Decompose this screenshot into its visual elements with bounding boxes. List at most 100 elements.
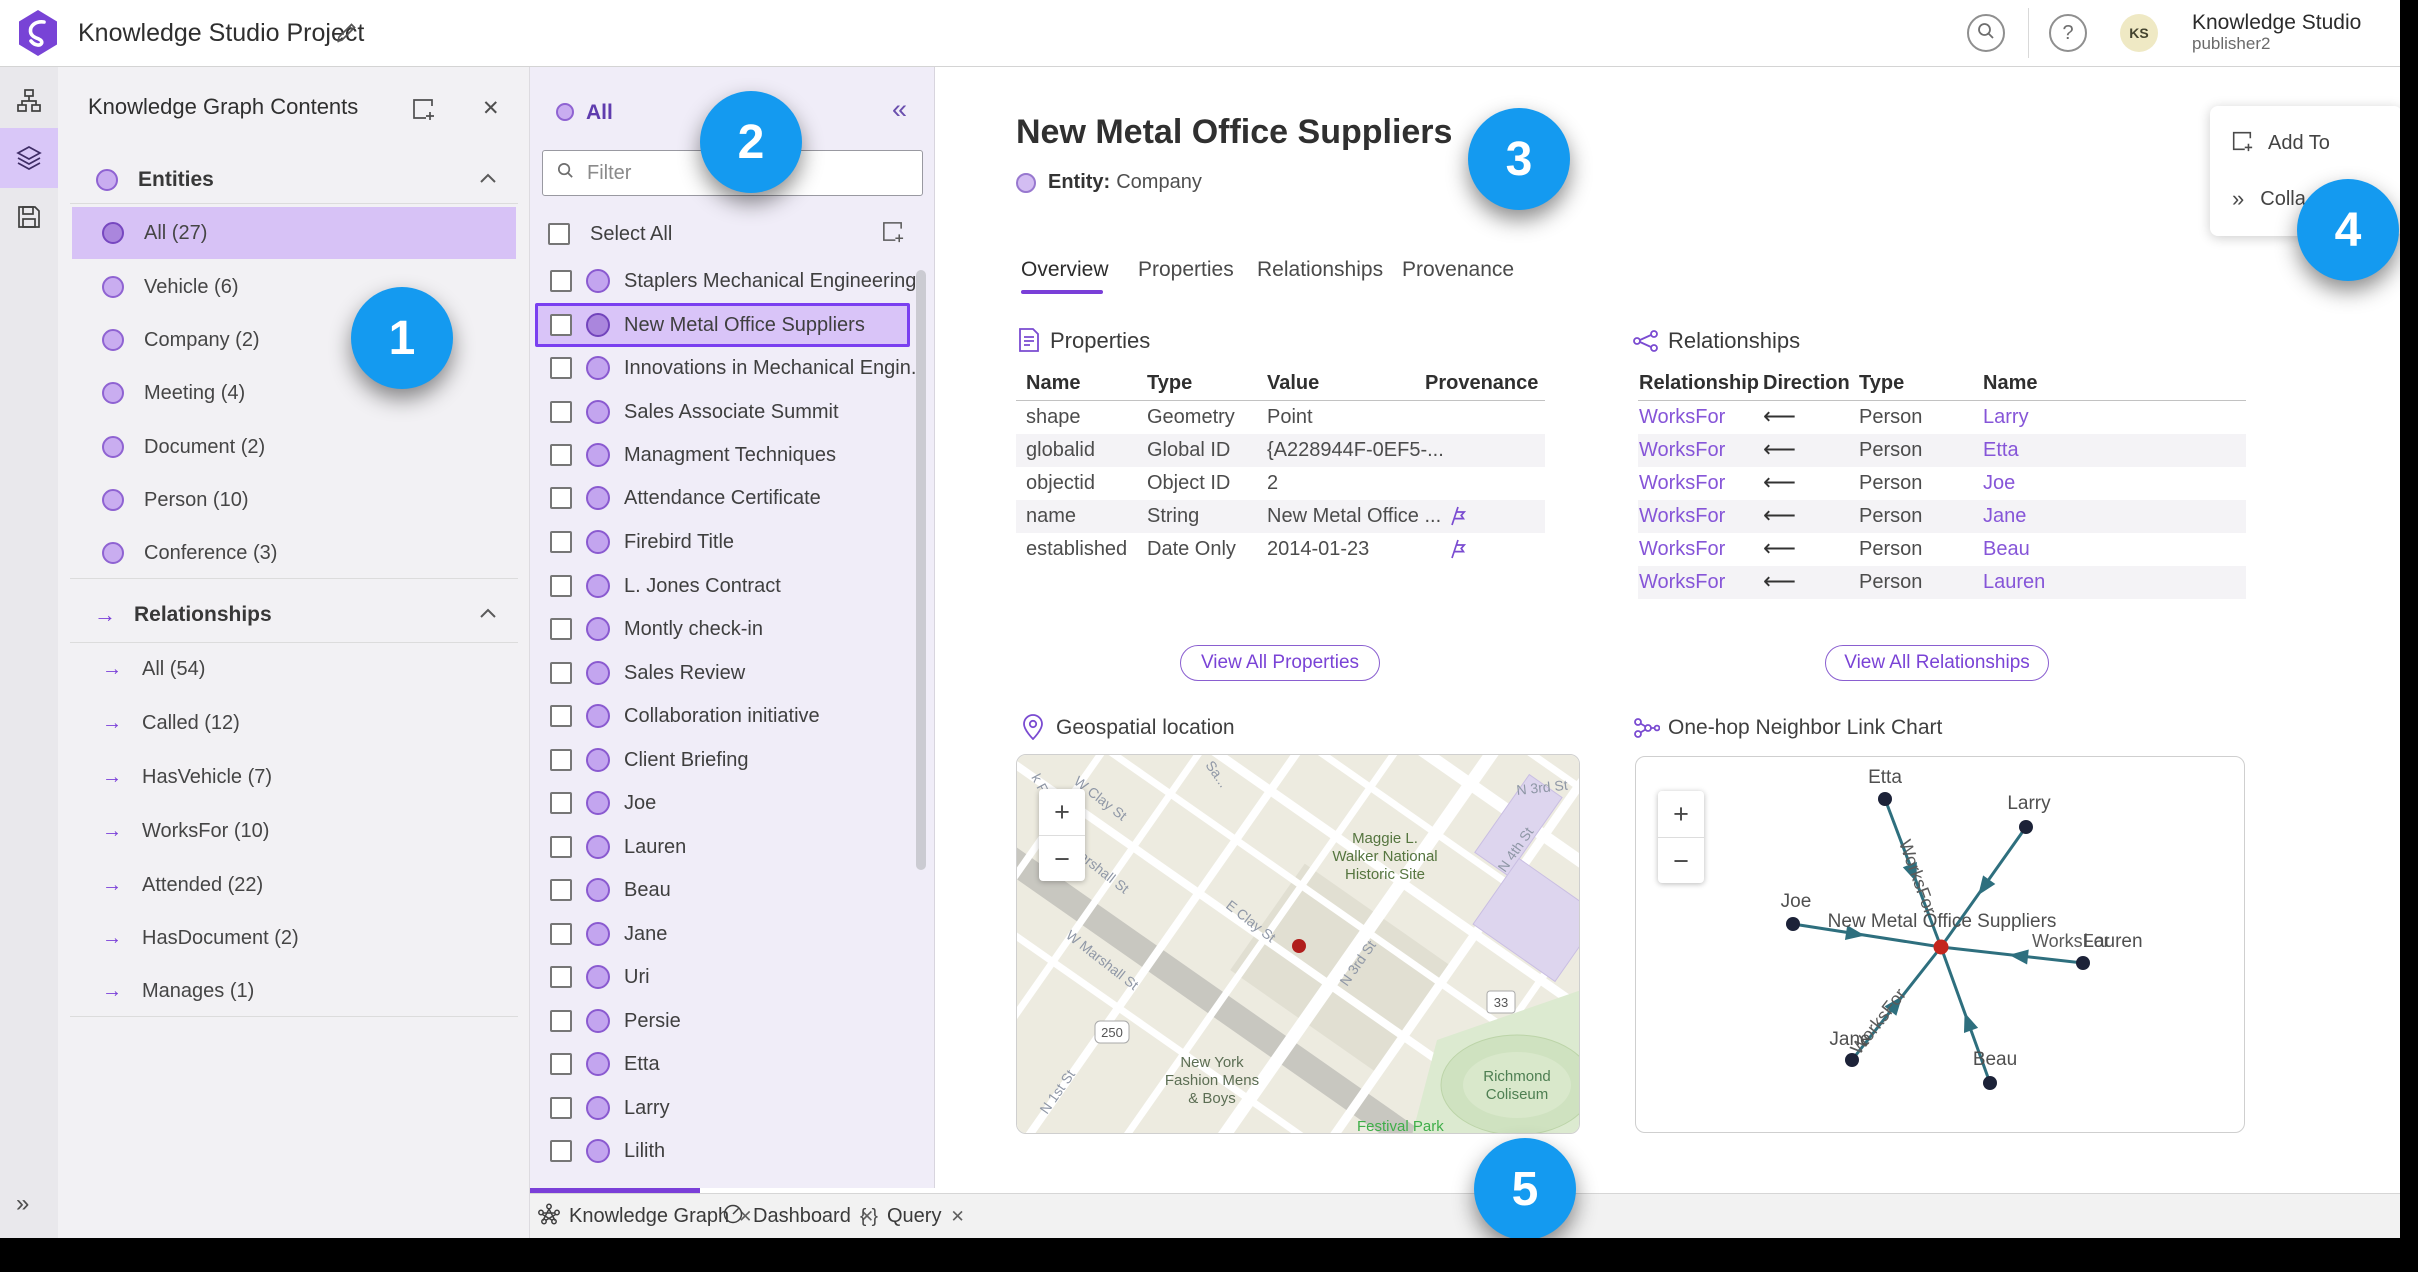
user-info[interactable]: Knowledge Studio publisher2 [2192,11,2361,53]
sidebar-item-entities-conference[interactable]: Conference (3) [58,527,530,579]
relationship-link[interactable]: WorksFor [1639,538,1725,561]
list-item[interactable]: Collaboration initiative [530,694,920,738]
tab-relationships[interactable]: Relationships [1257,258,1383,282]
sidebar-item-relationships-worksfor[interactable]: → WorksFor (10) [58,805,530,857]
close-panel-button[interactable]: ✕ [482,96,500,121]
node-larry[interactable] [2019,820,2033,834]
node-center-selected[interactable] [1933,939,1949,955]
item-checkbox[interactable] [550,575,572,597]
list-item-selected[interactable]: New Metal Office Suppliers [530,303,920,347]
search-button[interactable] [1967,14,2005,52]
item-checkbox[interactable] [550,1097,572,1119]
entity-link[interactable]: Jane [1983,505,2026,528]
help-button[interactable]: ? [2049,14,2087,52]
tab-provenance[interactable]: Provenance [1402,258,1514,282]
sidebar-item-relationships-hasvehicle[interactable]: → HasVehicle (7) [58,751,530,803]
node-etta[interactable] [1878,792,1892,806]
list-item[interactable]: Sales Review [530,651,920,695]
relationship-link[interactable]: WorksFor [1639,505,1725,528]
sidebar-item-relationships-called[interactable]: → Called (12) [58,697,530,749]
sidebar-item-entities-all[interactable]: All (27) [58,207,530,259]
map-widget[interactable]: + − k Rd W Clay St Sa... N 3rd St N 4th … [1016,754,1580,1134]
entity-link[interactable]: Etta [1983,439,2019,462]
item-checkbox[interactable] [550,270,572,292]
list-item[interactable]: Managment Techniques [530,433,920,477]
list-item[interactable]: Etta [530,1042,920,1086]
add-to-new-map-icon[interactable] [880,219,905,249]
tab-properties[interactable]: Properties [1138,258,1234,282]
link-chart-widget[interactable]: + − WorksFor WorksFor WorksFor Etta Larr… [1635,756,2245,1133]
chart-zoom-control[interactable]: + − [1658,791,1704,883]
zoom-out-button[interactable]: − [1039,836,1085,882]
item-checkbox[interactable] [550,1010,572,1032]
list-item[interactable]: Lauren [530,825,920,869]
expand-rail-button[interactable]: » [16,1190,29,1218]
avatar[interactable]: KS [2120,14,2158,52]
menu-item-add-to[interactable]: Add To [2210,126,2402,160]
select-all-checkbox[interactable] [548,223,570,245]
tab-overview[interactable]: Overview [1021,258,1109,282]
node-jane[interactable] [1845,1053,1859,1067]
item-checkbox[interactable] [550,836,572,858]
list-item[interactable]: Attendance Certificate [530,476,920,520]
schema-icon[interactable] [16,88,42,119]
list-item[interactable]: Client Briefing [530,738,920,782]
node-joe[interactable] [1786,917,1800,931]
map-zoom-control[interactable]: + − [1039,789,1085,881]
sidebar-item-relationships-manages[interactable]: → Manages (1) [58,965,530,1017]
item-checkbox[interactable] [550,923,572,945]
list-item[interactable]: L. Jones Contract [530,564,920,608]
edit-title-pencil-icon[interactable] [334,21,358,50]
item-checkbox[interactable] [550,618,572,640]
collapse-panel-button[interactable]: « [892,94,907,125]
provenance-flag-icon[interactable] [1448,504,1468,532]
relationships-section-header[interactable]: → Relationships [58,589,530,641]
scrollbar[interactable] [916,270,926,870]
list-item[interactable]: Staplers Mechanical Engineering [530,259,920,303]
zoom-out-button[interactable]: − [1658,838,1704,884]
entity-link[interactable]: Joe [1983,472,2015,495]
node-beau[interactable] [1983,1076,1997,1090]
view-tab-query[interactable]: { } Query ✕ [860,1194,965,1239]
list-item[interactable]: Lilith [530,1129,920,1173]
item-checkbox[interactable] [550,749,572,771]
relationship-link[interactable]: WorksFor [1639,571,1725,594]
item-checkbox[interactable] [550,662,572,684]
item-checkbox[interactable] [550,357,572,379]
sidebar-item-entities-meeting[interactable]: Meeting (4) [58,367,530,419]
item-checkbox[interactable] [550,1140,572,1162]
node-lauren[interactable] [2076,956,2090,970]
item-checkbox[interactable] [550,401,572,423]
entity-link[interactable]: Larry [1983,406,2029,429]
item-checkbox[interactable] [550,966,572,988]
view-tab-knowledge-graph[interactable]: Knowledge Graph ✕ [538,1194,752,1239]
close-tab-icon[interactable]: ✕ [950,1207,964,1227]
chevron-up-icon[interactable] [478,606,498,625]
list-item[interactable]: Firebird Title [530,520,920,564]
sidebar-item-entities-vehicle[interactable]: Vehicle (6) [58,261,530,313]
view-all-properties-button[interactable]: View All Properties [1180,645,1380,681]
list-item[interactable]: Larry [530,1086,920,1130]
select-all-row[interactable]: Select All [530,212,920,256]
chevron-up-icon[interactable] [478,171,498,190]
provenance-flag-icon[interactable] [1448,537,1468,565]
item-checkbox[interactable] [550,531,572,553]
save-icon[interactable] [16,204,42,235]
list-item[interactable]: Sales Associate Summit [530,390,920,434]
entity-link[interactable]: Beau [1983,538,2030,561]
item-checkbox[interactable] [550,705,572,727]
sidebar-item-entities-document[interactable]: Document (2) [58,421,530,473]
add-to-new-map-icon[interactable] [410,96,436,127]
list-item[interactable]: Beau [530,868,920,912]
list-item[interactable]: Jane [530,912,920,956]
view-all-relationships-button[interactable]: View All Relationships [1825,645,2049,681]
item-checkbox[interactable] [550,487,572,509]
list-item[interactable]: Uri [530,955,920,999]
layers-icon[interactable] [16,145,42,176]
zoom-in-button[interactable]: + [1039,789,1085,836]
sidebar-item-relationships-all[interactable]: → All (54) [58,643,530,695]
list-item[interactable]: Innovations in Mechanical Engin... [530,346,928,390]
app-logo-hexagon-icon[interactable] [16,9,60,62]
list-item[interactable]: Joe [530,781,920,825]
entity-link[interactable]: Lauren [1983,571,2045,594]
